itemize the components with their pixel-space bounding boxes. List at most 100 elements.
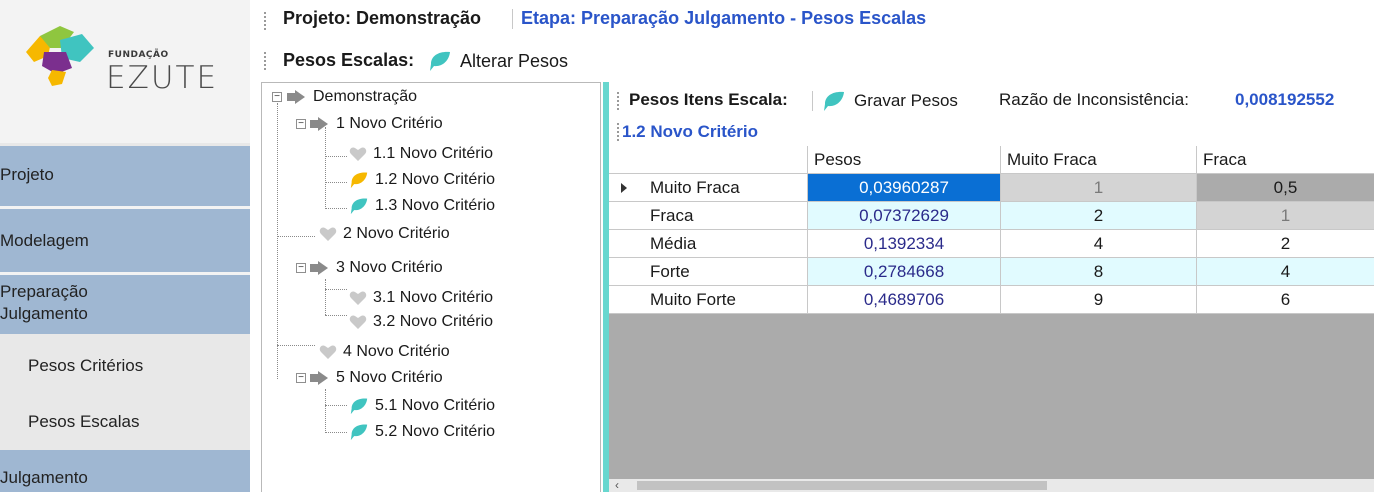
tree-expander[interactable]: − (272, 92, 282, 102)
alter-weights-label: Alterar Pesos (460, 50, 569, 71)
criteria-tree[interactable]: − − − − Demonstração 1 Novo Critério 1.1… (261, 82, 601, 492)
comparison-cell[interactable]: 8 (1001, 258, 1197, 286)
project-toolbar: Projeto: Demonstração Etapa: Preparação … (250, 0, 1374, 37)
tree-node[interactable]: 3.2 Novo Critério (349, 309, 493, 335)
ezute-logo-icon (26, 26, 94, 86)
save-weights-button[interactable]: Gravar Pesos (822, 88, 958, 114)
sidebar: FUNDAÇÃO EZUTE Projeto Modelagem Prepara… (0, 0, 250, 492)
tree-node[interactable]: 5 Novo Critério (310, 365, 443, 391)
row-header-cell[interactable]: Média (609, 230, 808, 258)
row-header-cell[interactable]: Fraca (609, 202, 808, 230)
toolbar-grip[interactable] (264, 52, 268, 70)
inconsistency-ratio-value: 0,008192552 (1235, 90, 1335, 109)
heart-icon (349, 291, 367, 305)
toolbar-grip[interactable] (617, 123, 621, 141)
yellow-leaf-icon (350, 172, 368, 189)
nav-julgamento[interactable]: Julgamento (0, 450, 250, 492)
tree-node[interactable]: 5.2 Novo Critério (349, 419, 495, 445)
heart-icon (349, 147, 367, 161)
tree-node-label: 1 Novo Critério (336, 115, 443, 132)
logo-small-text: FUNDAÇÃO (108, 50, 169, 60)
nav-pesos-criterios[interactable]: Pesos Critérios (0, 334, 250, 392)
tree-connector (325, 127, 326, 209)
row-header-cell[interactable]: Forte (609, 258, 808, 286)
tree-expander[interactable]: − (296, 119, 306, 129)
tree-node[interactable]: 1.3 Novo Critério (349, 193, 495, 219)
arrow-icon (310, 371, 328, 385)
tree-node-label: 4 Novo Critério (343, 343, 450, 360)
tree-node-label: 1.3 Novo Critério (375, 197, 496, 214)
tree-node-label: 3 Novo Critério (336, 259, 443, 276)
nav-projeto-label: Projeto (0, 165, 54, 184)
row-header-cell[interactable]: Muito Fraca (609, 174, 808, 202)
teal-leaf-icon (350, 424, 368, 441)
table-row[interactable]: Média 0,1392334 4 2 (609, 230, 1374, 258)
alter-weights-button[interactable]: Alterar Pesos (428, 48, 568, 74)
comparison-cell[interactable]: 2 (1197, 230, 1374, 258)
nav-pesos-escalas[interactable]: Pesos Escalas (0, 392, 250, 450)
teal-leaf-icon (430, 51, 450, 71)
table-row[interactable]: Muito Fraca 0,03960287 1 0,5 (609, 174, 1374, 202)
column-header-muito-fraca[interactable]: Muito Fraca (1001, 146, 1197, 174)
tree-node[interactable]: 1 Novo Critério (310, 111, 443, 137)
tree-node[interactable]: 2 Novo Critério (319, 221, 450, 247)
heart-icon (319, 227, 337, 241)
tree-connector (325, 182, 347, 183)
current-row-arrow-icon (621, 183, 627, 193)
comparison-cell[interactable]: 6 (1197, 286, 1374, 314)
tree-connector (325, 289, 347, 290)
toolbar-grip[interactable] (617, 92, 621, 110)
project-label: Projeto: Demonstração (283, 8, 482, 28)
tree-connector (325, 208, 347, 209)
tree-node-label: 5 Novo Critério (336, 369, 443, 386)
tree-connector (325, 432, 347, 433)
column-header-fraca[interactable]: Fraca (1197, 146, 1374, 174)
weight-cell[interactable]: 0,1392334 (808, 230, 1001, 258)
logo-area: FUNDAÇÃO EZUTE (0, 0, 250, 143)
tree-connector (325, 389, 326, 433)
tree-node[interactable]: 3.1 Novo Critério (349, 285, 493, 311)
weight-cell[interactable]: 0,2784668 (808, 258, 1001, 286)
tree-node[interactable]: 1.1 Novo Critério (349, 141, 493, 167)
table-row[interactable]: Fraca 0,07372629 2 1 (609, 202, 1374, 230)
weight-cell[interactable]: 0,07372629 (808, 202, 1001, 230)
weight-cell[interactable]: 0,4689706 (808, 286, 1001, 314)
tree-node-root[interactable]: Demonstração (287, 84, 417, 110)
toolbar-grip[interactable] (264, 12, 268, 30)
tree-node-label: 2 Novo Critério (343, 225, 450, 242)
scales-toolbar-title: Pesos Escalas: (283, 50, 415, 70)
scroll-left-icon[interactable]: ‹ (615, 479, 619, 492)
teal-leaf-icon (350, 198, 368, 215)
nav-modelagem[interactable]: Modelagem (0, 209, 250, 272)
tree-expander[interactable]: − (296, 373, 306, 383)
nav-preparacao-label: Preparação Julgamento (0, 282, 88, 323)
column-header-pesos[interactable]: Pesos (808, 146, 1001, 174)
table-row[interactable]: Muito Forte 0,4689706 9 6 (609, 286, 1374, 314)
horizontal-scrollbar[interactable]: ‹ (609, 479, 1374, 492)
toolbar-separator (512, 9, 513, 29)
nav-pesos-escalas-label: Pesos Escalas (28, 412, 140, 431)
comparison-cell[interactable]: 0,5 (1197, 174, 1374, 202)
tree-node-label: 5.1 Novo Critério (375, 397, 496, 414)
tree-node[interactable]: 5.1 Novo Critério (349, 393, 495, 419)
comparison-cell[interactable]: 4 (1197, 258, 1374, 286)
tree-node[interactable]: 4 Novo Critério (319, 339, 450, 365)
comparison-cell[interactable]: 2 (1001, 202, 1197, 230)
save-weights-label: Gravar Pesos (854, 91, 958, 110)
comparison-cell[interactable]: 9 (1001, 286, 1197, 314)
comparison-cell[interactable]: 4 (1001, 230, 1197, 258)
nav-projeto[interactable]: Projeto (0, 146, 250, 206)
row-header-cell[interactable]: Muito Forte (609, 286, 808, 314)
tree-node-selected[interactable]: 1.2 Novo Critério (349, 167, 495, 193)
tree-node-label: 5.2 Novo Critério (375, 423, 496, 440)
tree-expander[interactable]: − (296, 263, 306, 273)
criterion-title: 1.2 Novo Critério (622, 122, 759, 141)
tree-node[interactable]: 3 Novo Critério (310, 255, 443, 281)
teal-leaf-icon (824, 91, 844, 111)
weight-cell[interactable]: 0,03960287 (808, 174, 1001, 202)
scrollbar-thumb[interactable] (637, 481, 1047, 490)
toolbar-separator (812, 91, 813, 111)
table-row[interactable]: Forte 0,2784668 8 4 (609, 258, 1374, 286)
nav-preparacao-julgamento[interactable]: Preparação Julgamento (0, 275, 250, 334)
scales-toolbar: Pesos Escalas: Alterar Pesos (250, 38, 1374, 82)
